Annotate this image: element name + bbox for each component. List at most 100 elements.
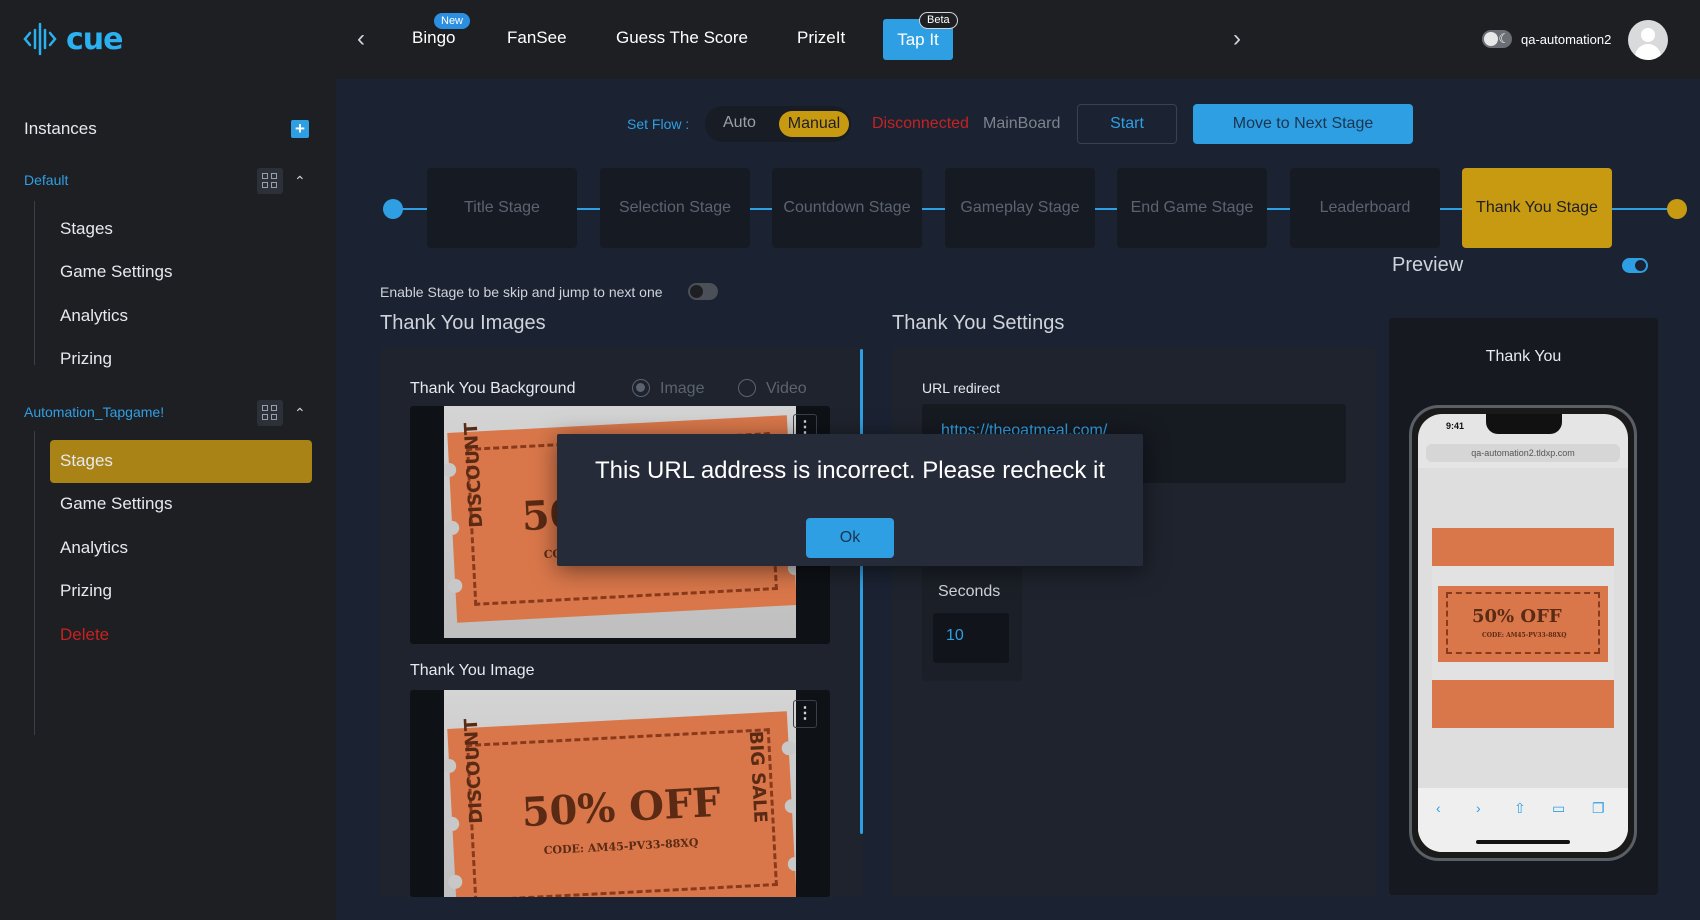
nav-item-label: PrizeIt — [797, 28, 846, 47]
beta-badge: Beta — [919, 12, 958, 29]
sidebar-item-delete[interactable]: Delete — [60, 625, 109, 645]
phone-time: 9:41 — [1446, 421, 1465, 431]
radio-image-label: Image — [660, 380, 705, 397]
thank-you-image-frame[interactable]: DISCOUNT BIG SALE 50% OFF CODE: AM45-PV3… — [410, 690, 830, 897]
thank-you-settings-title: Thank You Settings — [892, 312, 1065, 334]
sidebar-item-stages-active[interactable]: Stages — [60, 451, 113, 471]
share-icon: ⇧ — [1514, 800, 1526, 816]
phone-ticket-code: CODE: AM45-PV33-88XQ — [1482, 632, 1567, 639]
preview-title: Preview — [1392, 254, 1464, 276]
chevron-up-icon[interactable]: ⌃ — [294, 174, 308, 188]
radio-circle-selected — [632, 379, 650, 397]
nav-item-label: Guess The Score — [616, 28, 748, 47]
sidebar: Instances + Default ⌃ Stages Game Settin… — [0, 79, 336, 920]
phone-mockup: 9:41 qa-automation2.tldxp.com 50% OFF CO… — [1409, 405, 1637, 861]
start-button[interactable]: Start — [1077, 104, 1177, 144]
seconds-input[interactable]: 10 — [933, 613, 1009, 663]
thank-you-images-title: Thank You Images — [380, 312, 546, 334]
nav-next-icon[interactable]: › — [1224, 26, 1250, 52]
background-label: Thank You Background — [410, 380, 576, 397]
url-redirect-label: URL redirect — [922, 380, 1001, 396]
seconds-group: Seconds 10 — [922, 567, 1022, 681]
phone-url: qa-automation2.tldxp.com — [1471, 448, 1575, 458]
toggle-knob — [1484, 32, 1498, 46]
avatar[interactable] — [1628, 20, 1668, 60]
images-scrollbar[interactable] — [860, 349, 863, 834]
set-flow-label: Set Flow : — [627, 116, 690, 132]
ticket-left-text: DISCOUNT — [460, 718, 488, 825]
add-instance-button[interactable]: + — [291, 120, 309, 138]
home-indicator — [1476, 840, 1570, 844]
sidebar-item-prizing[interactable]: Prizing — [60, 349, 112, 369]
chevron-up-icon[interactable]: ⌃ — [294, 406, 308, 420]
more-options-icon[interactable]: ⋮ — [793, 700, 817, 728]
phone-browser-toolbar: ‹ › ⇧ ▭ ❐ — [1418, 788, 1628, 852]
sidebar-item-stages[interactable]: Stages — [60, 219, 113, 239]
stage-thank-you[interactable]: Thank You Stage — [1462, 168, 1612, 248]
move-to-next-stage-button[interactable]: Move to Next Stage — [1193, 104, 1413, 144]
ok-button[interactable]: Ok — [806, 518, 894, 558]
pipeline-end-dot — [1667, 199, 1687, 219]
qr-code-icon[interactable] — [257, 400, 283, 426]
bookmarks-icon: ▭ — [1552, 800, 1566, 816]
stage-leaderboard[interactable]: Leaderboard — [1290, 168, 1440, 248]
qr-code-icon[interactable] — [257, 168, 283, 194]
stage-title[interactable]: Title Stage — [427, 168, 577, 248]
toggle-knob — [1635, 260, 1646, 271]
nav-prev-icon[interactable]: ‹ — [348, 26, 374, 52]
thank-you-image-label: Thank You Image — [410, 662, 535, 679]
settings-panel: URL redirect https://theoatmeal.com/ Sec… — [892, 347, 1376, 897]
new-badge: New — [434, 13, 471, 29]
nav-item-tap-it[interactable]: Tap It Beta — [883, 12, 958, 60]
instance-default[interactable]: Default — [24, 172, 68, 188]
nav-item-label: FanSee — [507, 28, 567, 47]
cue-logo-icon — [23, 22, 57, 56]
seconds-value: 10 — [946, 627, 964, 644]
stage-gameplay[interactable]: Gameplay Stage — [945, 168, 1095, 248]
nav-item-bingo[interactable]: Bingo New — [412, 13, 471, 48]
instances-title: Instances — [24, 119, 97, 138]
flow-mode-switch: Auto Manual — [705, 106, 851, 142]
instance-automation-tapgame[interactable]: Automation_Tapgame! — [24, 404, 164, 420]
username: qa-automation2 — [1521, 32, 1612, 47]
back-icon: ‹ — [1436, 800, 1441, 816]
radio-video[interactable]: Video — [738, 379, 807, 398]
forward-icon: › — [1476, 800, 1481, 816]
preview-toggle[interactable] — [1622, 258, 1648, 273]
top-bar: cue ‹ Bingo New FanSee Guess The Score P… — [0, 0, 1700, 79]
avatar-head — [1641, 28, 1655, 42]
skip-stage-toggle[interactable] — [688, 283, 718, 300]
phone-ticket: 50% OFF CODE: AM45-PV33-88XQ — [1438, 586, 1608, 662]
flow-auto-option[interactable]: Auto — [723, 114, 756, 132]
tree-line — [34, 201, 35, 365]
nav-item-prizeit[interactable]: PrizeIt — [797, 28, 845, 48]
sidebar-item-analytics[interactable]: Analytics — [60, 538, 128, 558]
stage-countdown[interactable]: Countdown Stage — [772, 168, 922, 248]
ticket-left-text: DISCOUNT — [460, 422, 488, 529]
phone-image-area: 50% OFF CODE: AM45-PV33-88XQ — [1432, 566, 1614, 680]
sidebar-item-analytics[interactable]: Analytics — [60, 306, 128, 326]
images-panel: Thank You Background Image Video DISCOUN… — [380, 347, 863, 897]
nav-item-label: Bingo — [412, 28, 456, 47]
error-dialog: This URL address is incorrect. Please re… — [557, 434, 1143, 566]
tree-line — [34, 431, 35, 735]
sidebar-item-game-settings[interactable]: Game Settings — [60, 494, 172, 514]
theme-toggle[interactable]: ☾ — [1482, 30, 1512, 48]
nav-item-guess-the-score[interactable]: Guess The Score — [616, 28, 748, 48]
connection-status: Disconnected — [872, 115, 969, 132]
nav-item-fansee[interactable]: FanSee — [507, 28, 567, 48]
moon-icon: ☾ — [1498, 31, 1510, 46]
stage-selection[interactable]: Selection Stage — [600, 168, 750, 248]
phone-ticket-discount: 50% OFF — [1472, 606, 1562, 627]
stage-end-game[interactable]: End Game Stage — [1117, 168, 1267, 248]
flow-manual-option[interactable]: Manual — [779, 111, 849, 137]
phone-url-bar: qa-automation2.tldxp.com — [1426, 444, 1620, 462]
avatar-body — [1635, 44, 1661, 60]
toggle-knob — [690, 285, 703, 298]
sidebar-item-prizing[interactable]: Prizing — [60, 581, 112, 601]
thank-you-image: DISCOUNT BIG SALE 50% OFF CODE: AM45-PV3… — [444, 690, 796, 897]
sidebar-item-game-settings[interactable]: Game Settings — [60, 262, 172, 282]
seconds-label: Seconds — [938, 583, 1001, 600]
radio-image[interactable]: Image — [632, 379, 704, 398]
cue-logo[interactable]: cue — [22, 20, 123, 58]
